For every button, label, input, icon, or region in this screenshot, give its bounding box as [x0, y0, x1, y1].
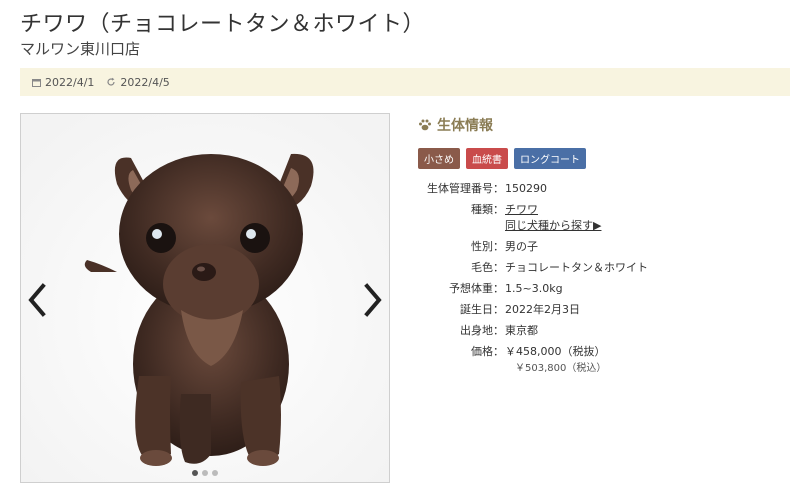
paw-icon — [418, 118, 432, 132]
refresh-icon — [106, 77, 116, 87]
updated-date-text: 2022/4/5 — [120, 75, 170, 89]
badge-long-coat: ロングコート — [514, 148, 586, 169]
breed-link[interactable]: チワワ — [505, 202, 601, 218]
badge-pedigree: 血統書 — [466, 148, 508, 169]
spec-list: 生体管理番号： 150290 種類： チワワ 同じ犬種から探す▶ 性別： 男の子… — [418, 181, 648, 382]
badge-small: 小さめ — [418, 148, 460, 169]
spec-label: 予想体重： — [449, 282, 504, 295]
updated-date: 2022/4/5 — [106, 75, 170, 89]
spec-row-sex: 性別： 男の子 — [418, 239, 648, 255]
spec-value: チョコレートタン＆ホワイト — [505, 261, 648, 274]
next-slide-button[interactable] — [361, 282, 385, 318]
slide-dot-3[interactable] — [212, 470, 218, 476]
date-bar: 2022/4/1 2022/4/5 — [20, 68, 790, 96]
price-value: ￥458,000（税抜） — [505, 345, 606, 358]
spec-label: 出身地： — [460, 324, 504, 337]
previous-slide-button[interactable] — [25, 282, 49, 318]
spec-label: 性別： — [471, 240, 504, 253]
price-tax-included: ￥503,800（税込） — [515, 363, 607, 374]
spec-row-birthday: 誕生日： 2022年2月3日 — [418, 302, 648, 318]
puppy-photo-carousel[interactable] — [20, 113, 390, 483]
spec-label: 毛色： — [471, 261, 504, 274]
slide-dot-1[interactable] — [192, 470, 198, 476]
spec-value: 150290 — [505, 182, 547, 195]
shop-name: マルワン東川口店 — [20, 40, 141, 58]
spec-row-breed: 種類： チワワ 同じ犬種から探す▶ — [418, 202, 648, 234]
slide-dot-2[interactable] — [202, 470, 208, 476]
info-heading: 生体情報 — [418, 115, 493, 135]
published-date-text: 2022/4/1 — [45, 75, 95, 89]
spec-label: 価格： — [471, 345, 504, 358]
slide-indicators — [21, 470, 389, 476]
spec-row-color: 毛色： チョコレートタン＆ホワイト — [418, 260, 648, 276]
spec-row-weight: 予想体重： 1.5~3.0kg — [418, 281, 648, 297]
spec-value: 2022年2月3日 — [505, 303, 580, 316]
spec-row-price: 価格： ￥458,000（税抜） ￥503,800（税込） — [418, 344, 648, 377]
puppy-photo — [21, 114, 389, 482]
spec-value: 1.5~3.0kg — [505, 282, 563, 295]
spec-value: 東京都 — [505, 324, 538, 337]
info-heading-text: 生体情報 — [437, 118, 493, 134]
same-breed-search-link[interactable]: 同じ犬種から探す▶ — [505, 218, 601, 234]
calendar-icon — [32, 78, 41, 87]
spec-row-origin: 出身地： 東京都 — [418, 323, 648, 339]
page-title: チワワ（チョコレートタン＆ホワイト） — [20, 12, 426, 37]
spec-row-id: 生体管理番号： 150290 — [418, 181, 648, 197]
spec-value: 男の子 — [505, 240, 538, 253]
feature-badges: 小さめ 血統書 ロングコート — [418, 148, 586, 169]
published-date: 2022/4/1 — [32, 76, 94, 89]
spec-label: 誕生日： — [460, 303, 504, 316]
spec-label: 種類： — [471, 203, 504, 216]
spec-label: 生体管理番号： — [427, 182, 504, 195]
